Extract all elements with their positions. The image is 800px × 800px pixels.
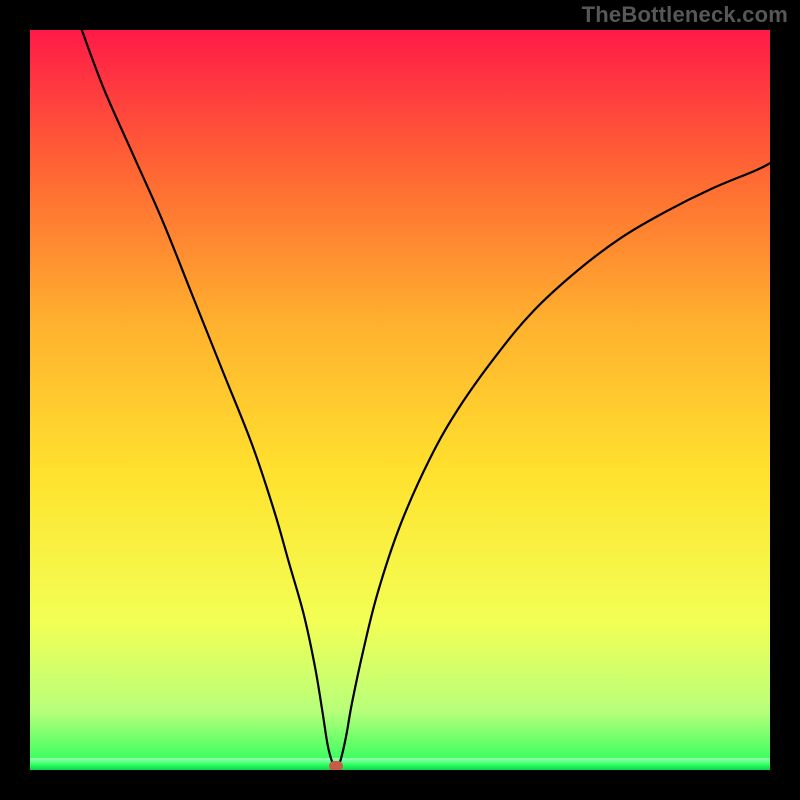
chart-container: TheBottleneck.com	[0, 0, 800, 800]
plot-svg	[30, 30, 770, 770]
watermark-text: TheBottleneck.com	[582, 2, 788, 28]
minimum-marker	[329, 761, 343, 770]
gradient-background	[30, 30, 770, 770]
baseline-band	[30, 758, 770, 770]
plot-area	[30, 30, 770, 770]
